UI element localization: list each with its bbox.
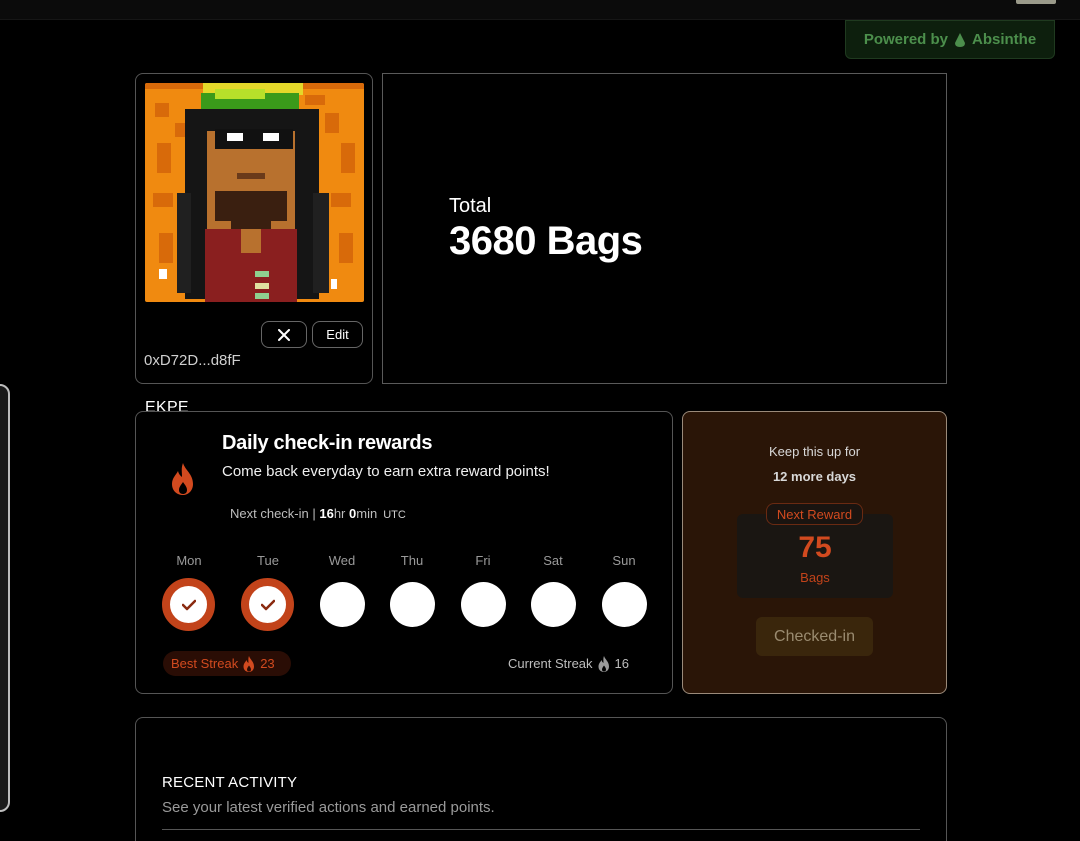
keep-label: Keep this up for — [768, 444, 861, 459]
powered-by-brand: Absinthe — [972, 31, 1037, 48]
next-reward-unit: Bags — [800, 570, 830, 585]
total-label: Total — [449, 195, 492, 217]
flame-icon — [598, 655, 609, 672]
next-checkin-timer: Next check-in | 16hr 0min UTC — [230, 506, 406, 521]
current-streak-value: 16 — [614, 656, 630, 671]
check-icon — [181, 599, 196, 610]
best-streak-badge: Best Streak 23 — [163, 651, 291, 676]
current-streak-label: Current Streak — [508, 656, 593, 671]
day-circle-tue — [241, 578, 294, 631]
best-streak-value: 23 — [260, 656, 275, 671]
next-checkin-label: Next check-in — [230, 506, 309, 521]
day-circle-sun — [602, 582, 647, 627]
day-label-fri: Fri — [475, 553, 491, 568]
powered-by-badge[interactable]: Powered by Absinthe — [845, 20, 1055, 59]
next-reward-value: 75 — [798, 531, 832, 564]
top-thumbnail[interactable] — [1016, 0, 1056, 4]
activity-title: RECENT ACTIVITY — [162, 774, 298, 791]
day-label-sun: Sun — [612, 553, 636, 568]
day-label-mon: Mon — [176, 553, 202, 568]
check-icon — [260, 599, 275, 610]
current-streak: Current Streak 16 — [508, 651, 629, 676]
pixel-avatar-image — [145, 83, 364, 302]
checkin-subtitle: Come back everyday to earn extra reward … — [222, 463, 550, 480]
edit-button[interactable]: Edit — [312, 321, 363, 348]
day-label-tue: Tue — [257, 553, 279, 568]
day-circle-wed — [320, 582, 365, 627]
days-more: 12 more days — [772, 469, 857, 484]
timezone-label: UTC — [383, 509, 406, 521]
divider — [162, 829, 920, 830]
flame-icon — [243, 655, 255, 672]
hours-unit: hr — [333, 506, 346, 521]
day-label-thu: Thu — [400, 553, 424, 568]
best-streak-label: Best Streak — [171, 656, 239, 671]
flame-icon — [172, 463, 193, 495]
day-circle-sat — [531, 582, 576, 627]
checkin-title: Daily check-in rewards — [222, 432, 433, 454]
day-label-wed: Wed — [328, 553, 356, 568]
activity-subtitle: See your latest verified actions and ear… — [162, 799, 495, 816]
hours-value: 16 — [319, 506, 334, 521]
close-icon — [278, 328, 290, 341]
droplet-icon — [955, 32, 966, 47]
total-value: 3680 Bags — [449, 219, 643, 263]
checked-in-button[interactable]: Checked-in — [756, 617, 873, 656]
day-circle-thu — [390, 582, 435, 627]
day-circle-fri — [461, 582, 506, 627]
minutes-unit: min — [356, 506, 378, 521]
close-button[interactable] — [261, 321, 307, 348]
top-bar — [0, 0, 1080, 20]
day-circle-mon — [162, 578, 215, 631]
day-label-sat: Sat — [543, 553, 563, 568]
avatar — [145, 83, 364, 302]
powered-by-prefix: Powered by — [863, 31, 949, 48]
next-reward-pill: Next Reward — [766, 503, 863, 525]
side-panel-handle[interactable] — [0, 384, 10, 812]
wallet-address: 0xD72D...d8fF — [144, 352, 241, 369]
